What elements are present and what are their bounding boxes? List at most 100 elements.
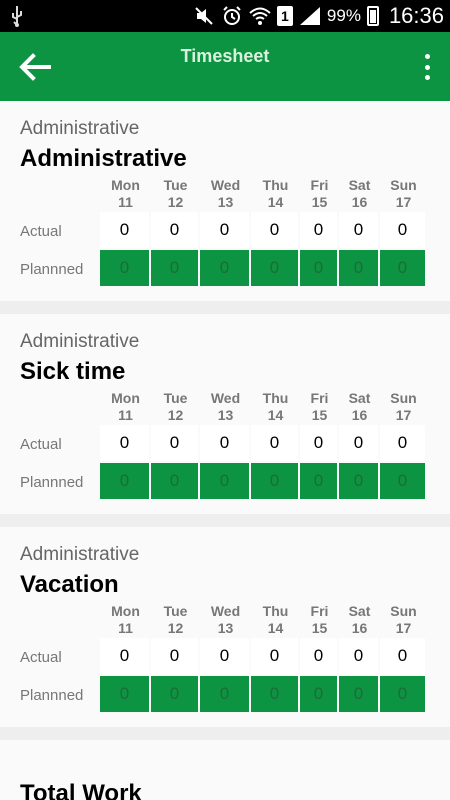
- day-date: 13: [217, 194, 234, 210]
- planned-hours-cell: 0: [380, 463, 425, 499]
- day-name: Tue: [163, 390, 188, 406]
- page-title: Timesheet: [180, 46, 270, 66]
- actual-hours-cell[interactable]: 0: [200, 212, 249, 248]
- day-name: Wed: [210, 177, 241, 193]
- day-header: Mon 11 Tue 12 Wed 13 Thu 14 Fri 15 Sat 16 Sun 17: [100, 390, 427, 424]
- planned-hours-cell: 0: [200, 463, 249, 499]
- day-name: Wed: [210, 390, 241, 406]
- day-date: 17: [395, 407, 412, 423]
- actual-hours-cell[interactable]: 0: [100, 425, 149, 461]
- planned-hours-cell: 0: [251, 250, 298, 286]
- day-date: 12: [167, 194, 184, 210]
- actual-label: Actual: [20, 436, 62, 453]
- actual-hours-cell[interactable]: 0: [380, 212, 425, 248]
- day-name: Sun: [390, 390, 417, 406]
- actual-hours-cell[interactable]: 0: [100, 212, 149, 248]
- card-title: Vacation: [20, 571, 119, 598]
- day-date: 14: [267, 620, 284, 636]
- timesheet-card: Administrative Vacation Mon 11 Tue 12 Wed 13 Thu…: [0, 527, 450, 727]
- actual-hours-cell[interactable]: 0: [251, 638, 298, 674]
- day-name: Fri: [310, 390, 329, 406]
- day-date: 15: [311, 407, 328, 423]
- planned-hours-cell: 0: [151, 463, 198, 499]
- day-date: 11: [118, 407, 133, 423]
- day-name: Sat: [348, 390, 371, 406]
- actual-hours-cell[interactable]: 0: [339, 212, 378, 248]
- day-name: Mon: [111, 603, 140, 619]
- actual-hours-cell[interactable]: 0: [300, 638, 337, 674]
- card-category: Administrative: [20, 544, 140, 565]
- planned-hours-cell: 0: [300, 250, 337, 286]
- day-header: Mon 11 Tue 12 Wed 13 Thu 14 Fri 15 Sat 16 Sun 17: [100, 177, 427, 211]
- day-name: Fri: [310, 177, 329, 193]
- day-date: 14: [267, 194, 284, 210]
- planned-hours-cell: 0: [100, 463, 149, 499]
- card-category: Administrative: [20, 331, 140, 352]
- day-name: Sat: [348, 603, 371, 619]
- planned-hours-cell: 0: [200, 676, 249, 712]
- actual-hours-cell[interactable]: 0: [339, 638, 378, 674]
- actual-hours-cell[interactable]: 0: [251, 425, 298, 461]
- day-name: Tue: [163, 603, 188, 619]
- planned-label: Plannned: [20, 261, 84, 278]
- planned-hours-cell: 0: [251, 463, 298, 499]
- clock: 16:36: [388, 3, 444, 28]
- actual-hours-cell[interactable]: 0: [151, 425, 198, 461]
- planned-hours-cell: 0: [200, 250, 249, 286]
- day-date: 16: [351, 194, 368, 210]
- planned-hours-cell: 0: [151, 676, 198, 712]
- overflow-menu-icon[interactable]: [422, 54, 432, 80]
- planned-hours-cell: 0: [380, 250, 425, 286]
- actual-hours-cell[interactable]: 0: [151, 638, 198, 674]
- day-date: 16: [351, 620, 368, 636]
- actual-hours-cell[interactable]: 0: [339, 425, 378, 461]
- actual-hours-cell[interactable]: 0: [100, 638, 149, 674]
- day-date: 11: [118, 620, 133, 636]
- card-title: Sick time: [20, 358, 126, 385]
- actual-hours-cell[interactable]: 0: [151, 212, 198, 248]
- planned-hours-cell: 0: [151, 250, 198, 286]
- day-date: 16: [351, 407, 368, 423]
- day-date: 13: [217, 407, 234, 423]
- day-name: Mon: [111, 177, 140, 193]
- battery-icon: [366, 6, 379, 26]
- day-date: 17: [395, 620, 412, 636]
- actual-label: Actual: [20, 223, 62, 240]
- timesheet-card: Administrative Sick time Mon 11 Tue 12 Wed 13 Th…: [0, 314, 450, 514]
- planned-hours-cell: 0: [100, 676, 149, 712]
- day-name: Thu: [262, 390, 289, 406]
- card-category: Administrative: [20, 118, 140, 139]
- day-date: 11: [118, 194, 133, 210]
- actual-hours-cell[interactable]: 0: [200, 638, 249, 674]
- card-title: Administrative: [20, 145, 187, 172]
- day-name: Mon: [111, 390, 140, 406]
- day-date: 15: [311, 194, 328, 210]
- day-date: 14: [267, 407, 284, 423]
- actual-hours-cell[interactable]: 0: [251, 212, 298, 248]
- planned-label: Plannned: [20, 687, 84, 704]
- planned-hours-cell: 0: [300, 676, 337, 712]
- day-date: 12: [167, 620, 184, 636]
- alarm-icon: [221, 5, 243, 27]
- planned-hours-cell: 0: [339, 250, 378, 286]
- timesheet-card: Administrative Administrative Mon 11 Tue 12 We…: [0, 101, 450, 301]
- actual-label: Actual: [20, 649, 62, 666]
- planned-hours-cell: 0: [100, 250, 149, 286]
- actual-hours-cell[interactable]: 0: [300, 212, 337, 248]
- planned-hours-cell: 0: [380, 676, 425, 712]
- actual-hours-cell[interactable]: 0: [380, 425, 425, 461]
- day-name: Wed: [210, 603, 241, 619]
- planned-hours-cell: 0: [300, 463, 337, 499]
- day-name: Thu: [262, 177, 289, 193]
- actual-hours-cell[interactable]: 0: [380, 638, 425, 674]
- day-name: Sun: [390, 603, 417, 619]
- total-work-label: Total Work: [20, 780, 142, 800]
- status-bar: 1 99% 16:36: [0, 0, 450, 32]
- timesheet-list[interactable]: Administrative Administrative Mon 11 Tue 12 We…: [0, 101, 450, 800]
- planned-hours-cell: 0: [339, 463, 378, 499]
- actual-hours-cell[interactable]: 0: [200, 425, 249, 461]
- actual-hours-cell[interactable]: 0: [300, 425, 337, 461]
- planned-hours-cell: 0: [339, 676, 378, 712]
- day-name: Fri: [310, 603, 329, 619]
- day-name: Sun: [390, 177, 417, 193]
